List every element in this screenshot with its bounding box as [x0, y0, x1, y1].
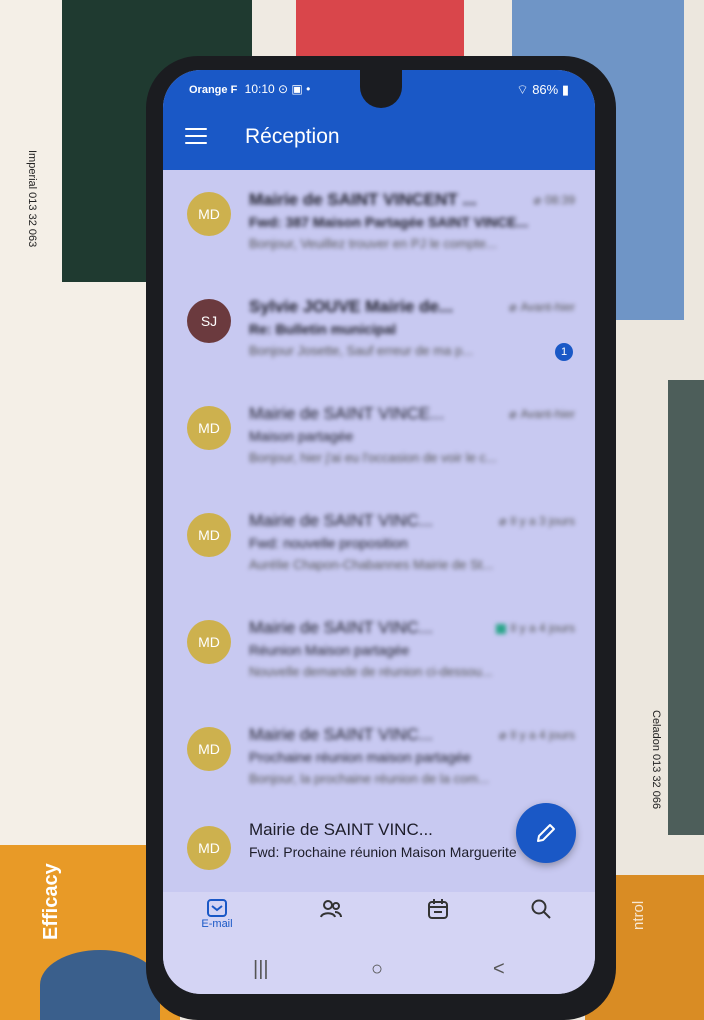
status-right: ⌔ 86% ▮	[516, 82, 569, 98]
mail-icon	[207, 899, 227, 917]
message-list-item[interactable]: SJ Sylvie JOUVE Mairie de... ⌀ Avant-hier Re…	[163, 285, 595, 385]
wifi-signal-icon: ⌔	[516, 82, 533, 97]
message-subject: Réunion Maison partagée	[249, 642, 410, 658]
message-preview: Bonjour Josette, Sauf erreur de ma p...	[249, 343, 474, 358]
message-sender: Mairie de SAINT VINCE...	[249, 404, 445, 423]
battery-icon: ▮	[561, 82, 569, 97]
message-time: Il y a 4 jours	[510, 728, 575, 742]
message-subject: Fwd: 387 Maison Partagée SAINT VINCE...	[249, 214, 529, 230]
message-subject: Maison partagée	[249, 428, 354, 444]
message-preview: Aurélie Chapon-Chabannes Mairie de St...	[249, 557, 494, 572]
page-title: Réception	[245, 125, 340, 148]
compose-button[interactable]	[516, 803, 576, 863]
message-meta: ⌀ Il y a 3 jours	[499, 514, 575, 528]
recents-button[interactable]: |||	[253, 958, 269, 981]
red-color-swatch	[296, 0, 464, 60]
camera-notch	[360, 70, 402, 108]
avatar: MD	[187, 406, 231, 450]
avatar: MD	[187, 192, 231, 236]
message-subject: Prochaine réunion maison partagée	[249, 749, 471, 765]
message-list-item[interactable]: MD Mairie de SAINT VINCENT ... ⌀ 08:39 Fwd: …	[163, 178, 595, 278]
box-right-text: ntrol	[630, 900, 647, 930]
swatch-label-celadon: Celadon 013 32 066	[650, 710, 662, 810]
attachment-icon: ⌀	[533, 193, 541, 207]
carrier-name: Orange F	[189, 84, 238, 96]
message-subject: Re: Bulletin municipal	[249, 321, 397, 337]
message-time: Il y a 4 jours	[510, 621, 575, 635]
category-tag-icon	[496, 623, 507, 634]
message-sender: Mairie de SAINT VINC...	[249, 725, 433, 744]
attachment-icon: ⌀	[509, 407, 517, 421]
status-left: Orange F 10:10 ⊙ ▣ •	[189, 82, 310, 96]
attachment-icon: ⌀	[499, 514, 507, 528]
battery-percent: 86%	[532, 82, 559, 97]
hamburger-menu-icon[interactable]	[185, 128, 207, 146]
avatar: SJ	[187, 299, 231, 343]
home-button[interactable]: ○	[371, 958, 383, 981]
avatar: MD	[187, 620, 231, 664]
message-list-item[interactable]: MD Mairie de SAINT VINC... Il y a 4 jours R…	[163, 606, 595, 706]
message-preview: Nouvelle demande de réunion ci-dessou...	[249, 664, 493, 679]
message-meta: ⌀ Avant-hier	[509, 407, 575, 421]
pencil-compose-icon	[537, 824, 555, 842]
nav-item-email[interactable]: E-mail	[187, 898, 247, 930]
message-list-item[interactable]: MD Mairie de SAINT VINC... ⌀ Il y a 3 jours…	[163, 499, 595, 599]
message-time: 08:39	[544, 193, 575, 207]
app-bar: Réception	[163, 110, 595, 170]
avatar: MD	[187, 513, 231, 557]
message-time: Avant-hier	[520, 407, 575, 421]
box-logo	[40, 950, 160, 1020]
message-list-item[interactable]: MD Mairie de SAINT VINCE... ⌀ Avant-hier Mai…	[163, 392, 595, 492]
attachment-icon: ⌀	[509, 300, 517, 314]
message-subject: Fwd: nouvelle proposition	[249, 535, 408, 551]
system-navigation-bar: ||| ○ <	[163, 948, 595, 994]
nav-item-contacts[interactable]	[301, 898, 361, 920]
message-sender: Sylvie JOUVE Mairie de...	[249, 297, 454, 316]
notification-icons: ⊙ ▣ •	[278, 82, 311, 96]
nav-item-search[interactable]	[511, 898, 571, 920]
swatch-label-imperial: Imperial 013 32 063	[26, 150, 38, 248]
avatar: MD	[187, 826, 231, 870]
back-button[interactable]: <	[493, 958, 505, 981]
status-bar: Orange F 10:10 ⊙ ▣ • ⌔ 86% ▮	[163, 70, 595, 110]
message-subject: Fwd: Prochaine réunion Maison Marguerite	[249, 844, 517, 860]
message-sender: Mairie de SAINT VINC...	[249, 820, 433, 839]
unread-count-badge: 1	[555, 343, 573, 361]
message-sender: Mairie de SAINT VINC...	[249, 511, 433, 530]
message-meta: ⌀ 08:39	[534, 193, 575, 207]
calendar-icon	[428, 899, 448, 919]
message-meta: ⌀ Il y a 4 jours	[499, 728, 575, 742]
message-sender: Mairie de SAINT VINC...	[249, 618, 433, 637]
message-preview: Bonjour, la prochaine réunion de la com.…	[249, 771, 489, 786]
message-list-item[interactable]: MD Mairie de SAINT VINC... ⌀ Il y a 4 jours…	[163, 713, 595, 813]
message-preview: Bonjour, Veuillez trouver en PJ le compt…	[249, 236, 497, 251]
attachment-icon: ⌀	[499, 728, 507, 742]
bottom-navigation: E-mail	[163, 892, 595, 948]
clock-time: 10:10	[244, 82, 275, 96]
phone-screen: Orange F 10:10 ⊙ ▣ • ⌔ 86% ▮ Réception M…	[163, 70, 595, 994]
nav-label-email: E-mail	[201, 918, 233, 930]
box-brand-text: Efficacy	[40, 863, 62, 940]
avatar: MD	[187, 727, 231, 771]
nav-item-calendar[interactable]	[408, 898, 468, 920]
slate-color-swatch	[668, 380, 704, 835]
message-meta: ⌀ Avant-hier	[509, 300, 575, 314]
message-sender: Mairie de SAINT VINCENT ...	[249, 190, 477, 209]
message-time: Il y a 3 jours	[510, 514, 575, 528]
people-icon	[320, 900, 342, 918]
message-preview: Bonjour, hier j'ai eu l'occasion de voir…	[249, 450, 497, 465]
message-meta: Il y a 4 jours	[496, 621, 575, 635]
message-time: Avant-hier	[520, 300, 575, 314]
search-icon	[531, 899, 551, 919]
